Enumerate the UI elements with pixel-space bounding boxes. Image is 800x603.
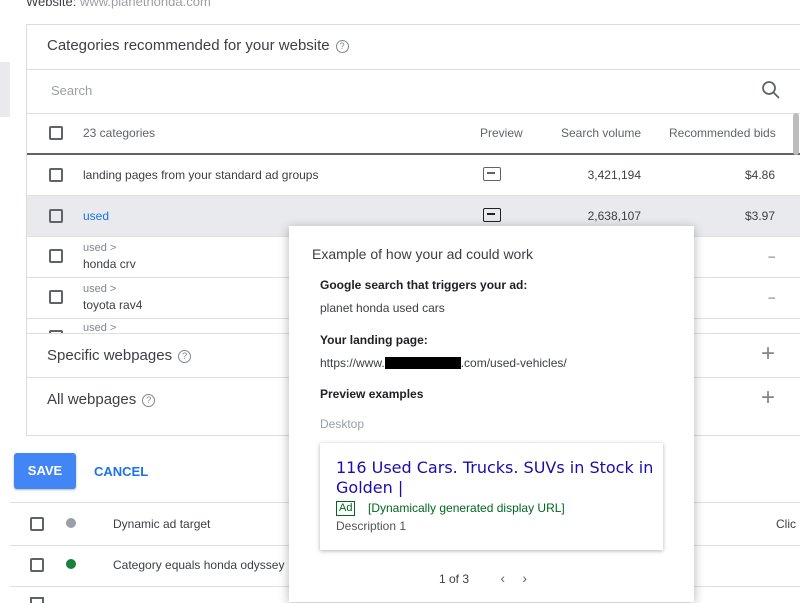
row-bid: – (768, 290, 775, 304)
preview-icon[interactable] (483, 167, 501, 181)
preview-header: Preview (480, 126, 523, 140)
expand-plus-icon[interactable]: + (761, 384, 775, 412)
row-checkbox[interactable] (49, 249, 63, 263)
row-volume: 3,421,194 (587, 168, 641, 182)
section-label: Specific webpages (47, 347, 173, 364)
card-title: Categories recommended for your website? (47, 37, 349, 54)
row-label[interactable]: used (83, 209, 109, 223)
target-header[interactable]: Dynamic ad target (113, 517, 210, 531)
popup-title: Example of how your ad could work (312, 246, 533, 262)
help-icon[interactable]: ? (335, 40, 349, 53)
search-query: planet honda used cars (320, 301, 445, 315)
recommended-bids-header[interactable]: Recommended bids (669, 126, 776, 140)
row-bid: $4.86 (744, 168, 775, 182)
website-line: Website: www.planethonda.com (26, 0, 211, 9)
preview-examples-label: Preview examples (320, 387, 424, 401)
row-checkbox[interactable] (30, 558, 44, 572)
ad-preview-popup: Example of how your ad could work Google… (289, 226, 694, 602)
row-volume: 2,638,107 (587, 209, 641, 223)
row-bid: $3.97 (744, 209, 775, 223)
row-parent: used > (83, 322, 117, 333)
search-icon[interactable] (761, 80, 781, 100)
page-indicator: 1 of 3 (439, 572, 470, 586)
select-all-checkbox[interactable] (30, 517, 44, 531)
ad-display-url: [Dynamically generated display URL] (368, 501, 565, 515)
select-all-checkbox[interactable] (49, 126, 63, 140)
row-checkbox-partial[interactable] (30, 597, 44, 603)
status-enabled-icon (66, 559, 76, 569)
row-parent: used > (83, 242, 117, 254)
help-icon[interactable]: ? (142, 394, 156, 407)
pagination: 1 of 3 ‹ › (439, 570, 527, 586)
search-trigger-label: Google search that triggers your ad: (320, 278, 528, 292)
ad-badge: Ad (336, 501, 356, 516)
row-parent: used > (83, 283, 117, 295)
section-label: All webpages (47, 391, 137, 408)
search-volume-header[interactable]: Search volume (561, 126, 641, 140)
website-label: Website: (26, 0, 77, 9)
ad-preview-card: 116 Used Cars. Trucks. SUVs in Stock in … (320, 443, 663, 550)
landing-page-label: Your landing page: (320, 333, 428, 347)
search-bar[interactable]: Search (27, 69, 800, 114)
preview-icon[interactable] (483, 208, 501, 222)
clicks-header[interactable]: Clic (776, 517, 796, 531)
landing-url-suffix: .com/used-vehicles/ (460, 356, 567, 370)
row-checkbox[interactable] (49, 168, 63, 182)
row-label: toyota rav4 (83, 298, 143, 312)
row-label: Category equals honda odyssey (113, 558, 285, 572)
search-input[interactable]: Search (51, 83, 92, 98)
device-label: Desktop (320, 417, 365, 431)
row-bid: – (768, 249, 775, 263)
expand-plus-icon[interactable]: + (761, 340, 775, 368)
row-label: honda crv (83, 257, 136, 271)
row-checkbox[interactable] (49, 290, 63, 304)
table-header: 23 categories Preview Search volume Reco… (27, 113, 800, 155)
chevron-right-icon[interactable]: › (522, 570, 527, 586)
landing-page-url: https://www. .com/used-vehicles/ (320, 356, 567, 370)
row-label: landing pages from your standard ad grou… (83, 168, 319, 182)
redaction-bar (384, 357, 461, 369)
help-icon[interactable]: ? (178, 350, 192, 363)
status-dot-icon (66, 518, 76, 528)
cancel-button[interactable]: CANCEL (94, 464, 148, 479)
scrollbar-thumb[interactable] (793, 113, 799, 155)
card-title-text: Categories recommended for your website (47, 37, 330, 54)
row-checkbox[interactable] (49, 209, 63, 223)
chevron-left-icon[interactable]: ‹ (500, 570, 505, 586)
website-value: www.planethonda.com (79, 0, 211, 9)
table-row[interactable]: landing pages from your standard ad grou… (27, 155, 800, 196)
category-count: 23 categories (83, 126, 156, 140)
ad-description: Description 1 (336, 519, 407, 533)
landing-url-prefix: https://www. (320, 356, 385, 370)
ad-headline: 116 Used Cars. Trucks. SUVs in Stock in … (336, 458, 654, 497)
save-button[interactable]: SAVE (14, 453, 76, 489)
left-nav-strip (0, 62, 10, 117)
